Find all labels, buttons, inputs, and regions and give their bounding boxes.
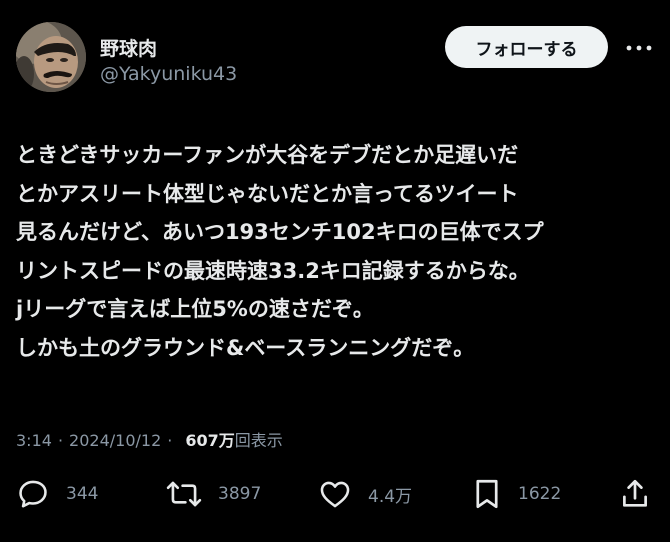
reply-button[interactable]: 344 bbox=[16, 470, 98, 518]
tweet-meta: 3:14 · 2024/10/12 · 607万 回表示 bbox=[16, 427, 283, 451]
tweet-date[interactable]: 2024/10/12 bbox=[69, 431, 161, 450]
tweet-time[interactable]: 3:14 bbox=[16, 431, 52, 450]
tweet-text-line: 見るんだけど、あいつ193センチ102キロの巨体でスプ bbox=[16, 220, 544, 244]
tweet-text-line: リントスピードの最速時速33.2キロ記録するからな。 bbox=[16, 258, 530, 283]
tweet-text-line: jリーグで言えば上位5%の速さだぞ。 bbox=[16, 297, 374, 321]
views-count: 607万 bbox=[185, 431, 235, 450]
share-icon bbox=[623, 479, 647, 507]
tweet-text-line: とかアスリート体型じゃないだとか言ってるツイート bbox=[16, 181, 519, 206]
meta-separator: · bbox=[57, 431, 64, 450]
tweet-card: 野球肉 @Yakyuniku43 フォローする ときどきサッカーファンが大谷をデ… bbox=[0, 0, 670, 542]
retweet-button[interactable]: 3897 bbox=[166, 470, 261, 518]
bookmark-icon bbox=[476, 479, 498, 509]
bookmark-count: 1622 bbox=[518, 484, 562, 504]
avatar-photo bbox=[16, 22, 86, 92]
tweet-text-line: ときどきサッカーファンが大谷をデブだとか足遅いだ bbox=[16, 143, 519, 167]
more-icon bbox=[626, 45, 652, 51]
like-count: 4.4万 bbox=[368, 486, 413, 507]
views-label: 回表示 bbox=[234, 431, 283, 450]
action-bar: 344 3897 4.4万 1622 bbox=[0, 470, 670, 518]
meta-separator: · bbox=[167, 431, 173, 450]
tweet-text: ときどきサッカーファンが大谷をデブだとか足遅いだ とかアスリート体型じゃないだと… bbox=[16, 136, 656, 367]
reply-count: 344 bbox=[66, 484, 99, 504]
heart-icon bbox=[320, 481, 350, 508]
bookmark-button[interactable]: 1622 bbox=[472, 470, 561, 518]
more-button[interactable] bbox=[622, 35, 656, 61]
reply-icon bbox=[19, 480, 47, 508]
retweet-icon bbox=[166, 481, 202, 507]
like-button[interactable]: 4.4万 bbox=[318, 470, 412, 518]
avatar[interactable] bbox=[16, 22, 86, 92]
display-name[interactable]: 野球肉 bbox=[100, 34, 157, 61]
user-handle[interactable]: @Yakyuniku43 bbox=[100, 63, 237, 85]
tweet-text-line: しかも土のグラウンド&ベースランニングだぞ。 bbox=[16, 335, 475, 360]
share-button[interactable] bbox=[620, 470, 650, 518]
retweet-count: 3897 bbox=[218, 484, 262, 504]
follow-button[interactable]: フォローする bbox=[445, 26, 608, 68]
